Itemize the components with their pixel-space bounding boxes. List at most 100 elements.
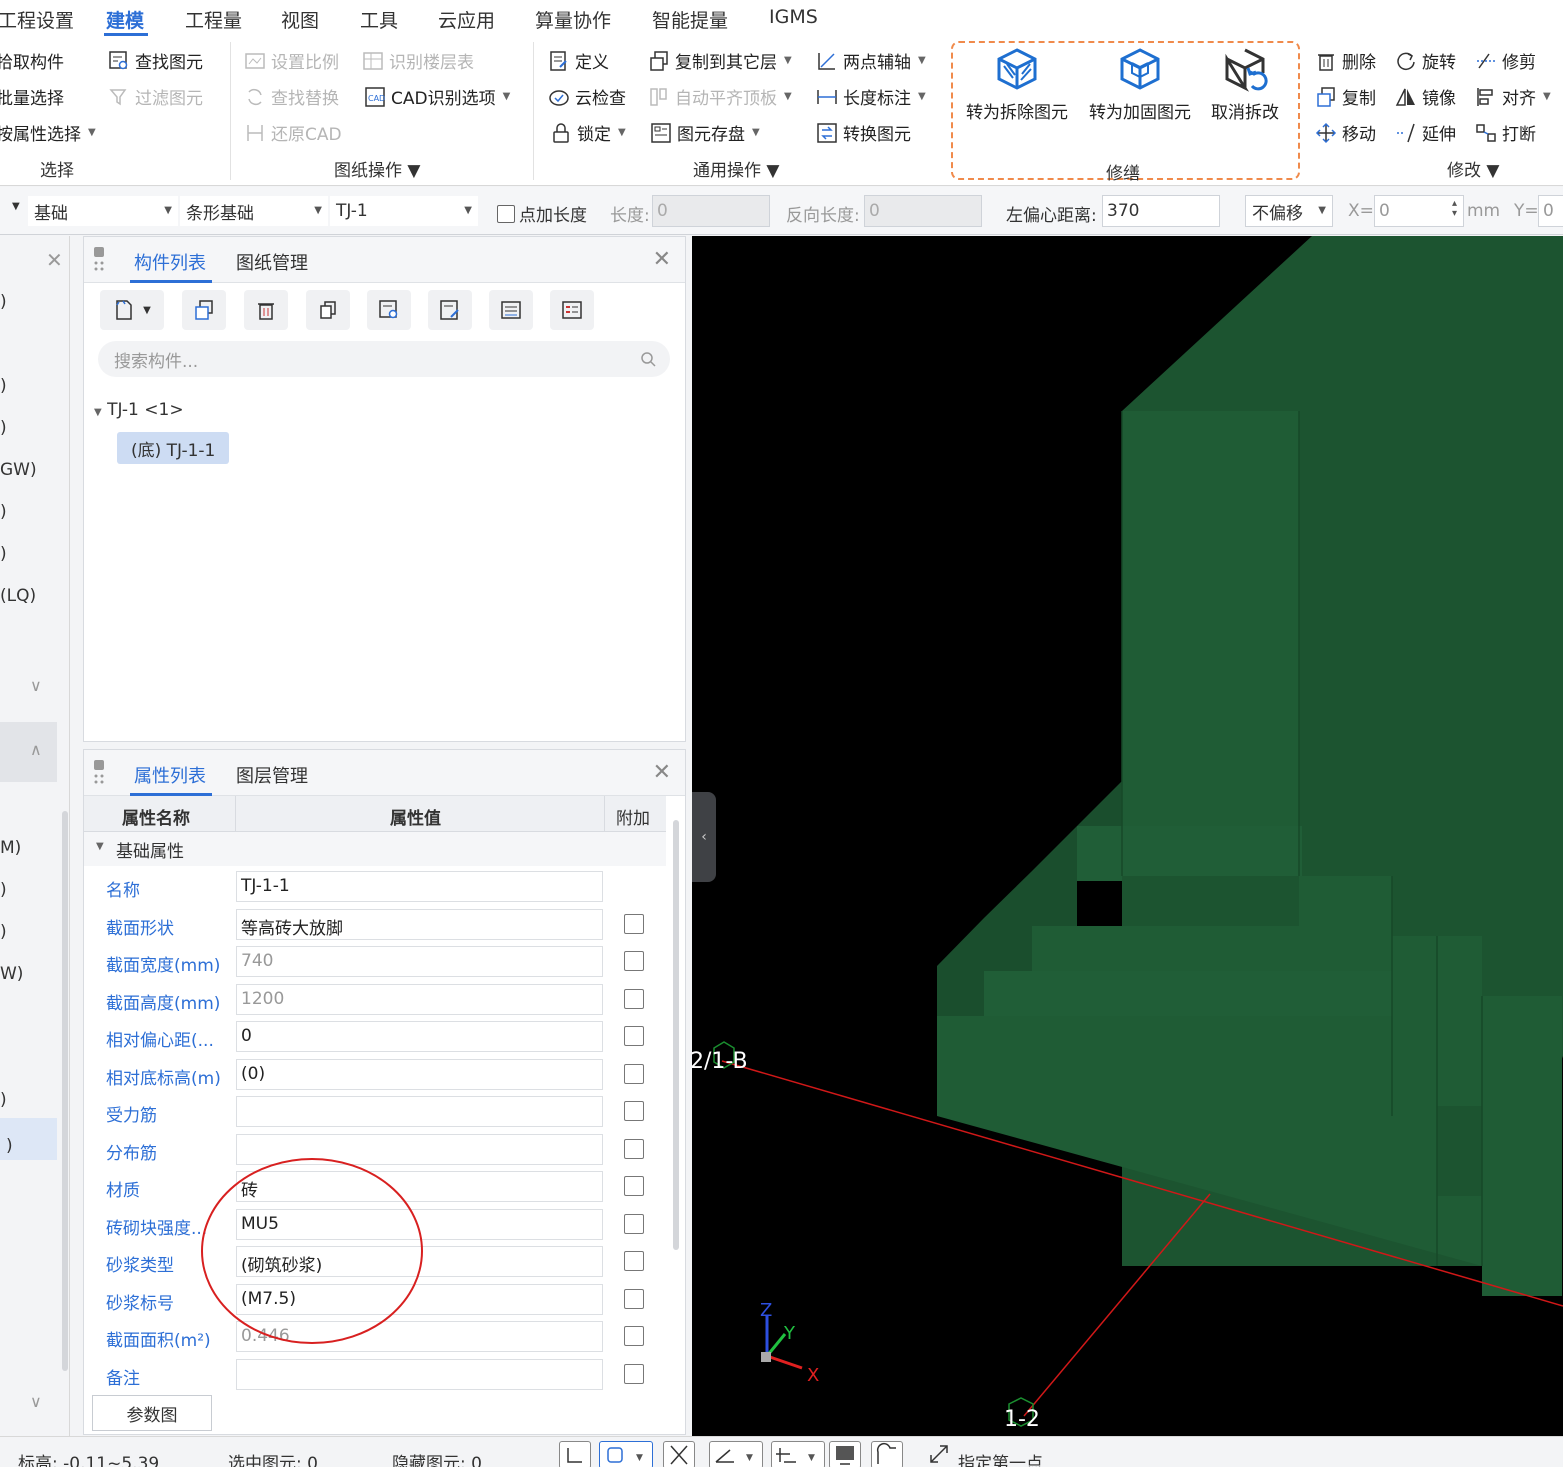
left-offset-input[interactable]: 370	[1102, 195, 1220, 227]
nav-item[interactable]: )	[0, 880, 7, 900]
curve-toggle[interactable]	[871, 1441, 903, 1467]
search-icon[interactable]	[640, 351, 656, 367]
x-coordinate-input[interactable]: 0	[1374, 195, 1464, 227]
restore-cad-button[interactable]: 还原CAD	[244, 120, 342, 145]
nav-scrollbar[interactable]	[62, 811, 68, 1371]
identify-floors-button[interactable]: 识别楼层表	[362, 48, 474, 73]
pin-icon[interactable]	[92, 245, 106, 275]
close-icon[interactable]: ✕	[653, 760, 671, 785]
trim-button[interactable]: 修剪	[1475, 48, 1536, 73]
menu-igms[interactable]: IGMS	[769, 6, 818, 28]
component-select[interactable]: TJ-1 ▼	[330, 196, 478, 226]
rotate-button[interactable]: 旋转	[1395, 48, 1456, 73]
auto-align-slab-button[interactable]: 自动平齐顶板 ▼	[648, 84, 792, 109]
batch-select-button[interactable]: 批量选择	[0, 84, 64, 109]
nav-item[interactable]: )	[0, 376, 7, 396]
type-select[interactable]: 条形基础 ▼	[180, 196, 328, 226]
pin-icon[interactable]	[92, 758, 106, 788]
tree-node-root[interactable]: ▼ TJ-1 <1>	[94, 400, 184, 420]
tab-component-list[interactable]: 构件列表	[134, 249, 206, 275]
menu-view[interactable]: 视图	[281, 6, 319, 33]
menu-collab[interactable]: 算量协作	[535, 6, 611, 33]
extra-checkbox[interactable]	[624, 1101, 644, 1121]
filter-element-button[interactable]: 过滤图元	[108, 84, 203, 109]
property-group-basic[interactable]: ▼ 基础属性	[84, 832, 666, 866]
nav-item[interactable]: W)	[0, 964, 23, 984]
parameter-diagram-button[interactable]: 参数图	[92, 1395, 212, 1431]
extra-checkbox[interactable]	[624, 1363, 644, 1384]
delete-component-button[interactable]	[244, 290, 288, 330]
cloud-check-button[interactable]: 云检查	[548, 84, 626, 109]
point-length-checkbox[interactable]: 点加长度	[497, 201, 587, 226]
offset-mode-select[interactable]: 不偏移 ▼	[1245, 195, 1333, 227]
save-element-button[interactable]: 图元存盘 ▼	[650, 120, 760, 145]
extra-checkbox[interactable]	[624, 1251, 644, 1271]
find-replace-button[interactable]: 查找替换	[244, 84, 339, 109]
chevron-down-icon[interactable]: ∨	[30, 676, 42, 695]
nav-item[interactable]: )	[0, 922, 7, 942]
extra-checkbox[interactable]	[624, 1063, 644, 1084]
menu-smart-extract[interactable]: 智能提量	[652, 6, 728, 33]
new-component-button[interactable]: ▼	[100, 290, 164, 330]
select-by-attr-button[interactable]: 按属性选择 ▼	[0, 120, 96, 145]
chevron-down-icon[interactable]: ∨	[30, 1392, 42, 1411]
nav-item[interactable]: )	[0, 544, 7, 564]
menu-tools[interactable]: 工具	[360, 6, 398, 33]
edit-component-button[interactable]	[428, 290, 472, 330]
property-value[interactable]: TJ-1-1	[236, 871, 603, 902]
nav-item[interactable]: )	[0, 292, 7, 312]
menu-modeling[interactable]: 建模	[106, 6, 144, 33]
pick-component-button[interactable]: 拾取构件	[0, 48, 64, 73]
property-value[interactable]	[236, 1358, 603, 1390]
chevron-down-icon[interactable]: ▼	[12, 201, 20, 212]
convert-element-button[interactable]: 转换图元	[816, 120, 911, 145]
nav-item-selected[interactable]: )	[0, 1118, 57, 1160]
cancel-repair-button[interactable]: 取消拆改	[1186, 46, 1304, 123]
modify-group-label[interactable]: 修改 ▼	[1447, 156, 1499, 181]
nav-item[interactable]: )	[0, 1090, 7, 1110]
lock-button[interactable]: 锁定 ▼	[550, 120, 626, 145]
close-icon[interactable]: ✕	[653, 247, 671, 272]
property-value[interactable]: 等高砖大放脚	[236, 908, 603, 940]
to-reinforce-button[interactable]: 转为加固图元	[1080, 46, 1200, 123]
dim-length-button[interactable]: 长度标注 ▼	[816, 84, 926, 109]
collapse-panel-tab[interactable]: ‹	[692, 792, 716, 882]
copy-to-layer-button[interactable]: 复制到其它层 ▼	[648, 48, 792, 73]
two-point-axis-button[interactable]: 两点辅轴 ▼	[816, 48, 926, 73]
copy-component-button[interactable]	[182, 290, 226, 330]
find-component-button[interactable]	[367, 290, 411, 330]
spinner-icon[interactable]: ▴ ▾	[1452, 199, 1457, 219]
category-select[interactable]: 基础 ▼	[28, 196, 178, 226]
mirror-button[interactable]: 镜像	[1395, 84, 1456, 109]
find-element-button[interactable]: 查找图元	[108, 48, 203, 73]
extra-checkbox[interactable]	[624, 1326, 644, 1346]
3d-scene[interactable]: 2/1-B 1-2 X Y Z	[692, 236, 1563, 1436]
display-options-button[interactable]	[489, 290, 533, 330]
offset-toggle[interactable]: ▼	[771, 1441, 825, 1467]
property-value[interactable]	[236, 1096, 603, 1127]
y-coordinate-input[interactable]: 0	[1538, 195, 1563, 227]
property-value[interactable]: (0)	[236, 1058, 603, 1090]
snap-toggle[interactable]: ▼	[599, 1441, 653, 1467]
set-scale-button[interactable]: 设置比例	[244, 48, 339, 73]
extra-checkbox[interactable]	[624, 1176, 644, 1196]
close-icon[interactable]: ✕	[46, 248, 63, 272]
copy-button[interactable]: 复制	[1315, 84, 1376, 109]
menu-quantity[interactable]: 工程量	[185, 6, 242, 33]
nav-item[interactable]: GW)	[0, 460, 37, 480]
tab-property-list[interactable]: 属性列表	[134, 762, 206, 788]
extra-checkbox[interactable]	[624, 1026, 644, 1046]
drawing-group-label[interactable]: 图纸操作 ▼	[334, 156, 420, 181]
tab-drawing-management[interactable]: 图纸管理	[236, 249, 308, 275]
move-button[interactable]: 移动	[1315, 120, 1376, 145]
break-button[interactable]: 打断	[1475, 120, 1536, 145]
length-input[interactable]: 0	[652, 195, 770, 227]
reverse-length-input[interactable]: 0	[864, 195, 982, 227]
extra-checkbox[interactable]	[624, 1213, 644, 1234]
property-value[interactable]: 0	[236, 1021, 603, 1052]
delete-button[interactable]: 删除	[1315, 48, 1376, 73]
extra-checkbox[interactable]	[624, 913, 644, 934]
property-scrollbar[interactable]	[673, 820, 679, 1250]
screen-toggle[interactable]	[829, 1441, 861, 1467]
extra-checkbox[interactable]	[624, 951, 644, 971]
